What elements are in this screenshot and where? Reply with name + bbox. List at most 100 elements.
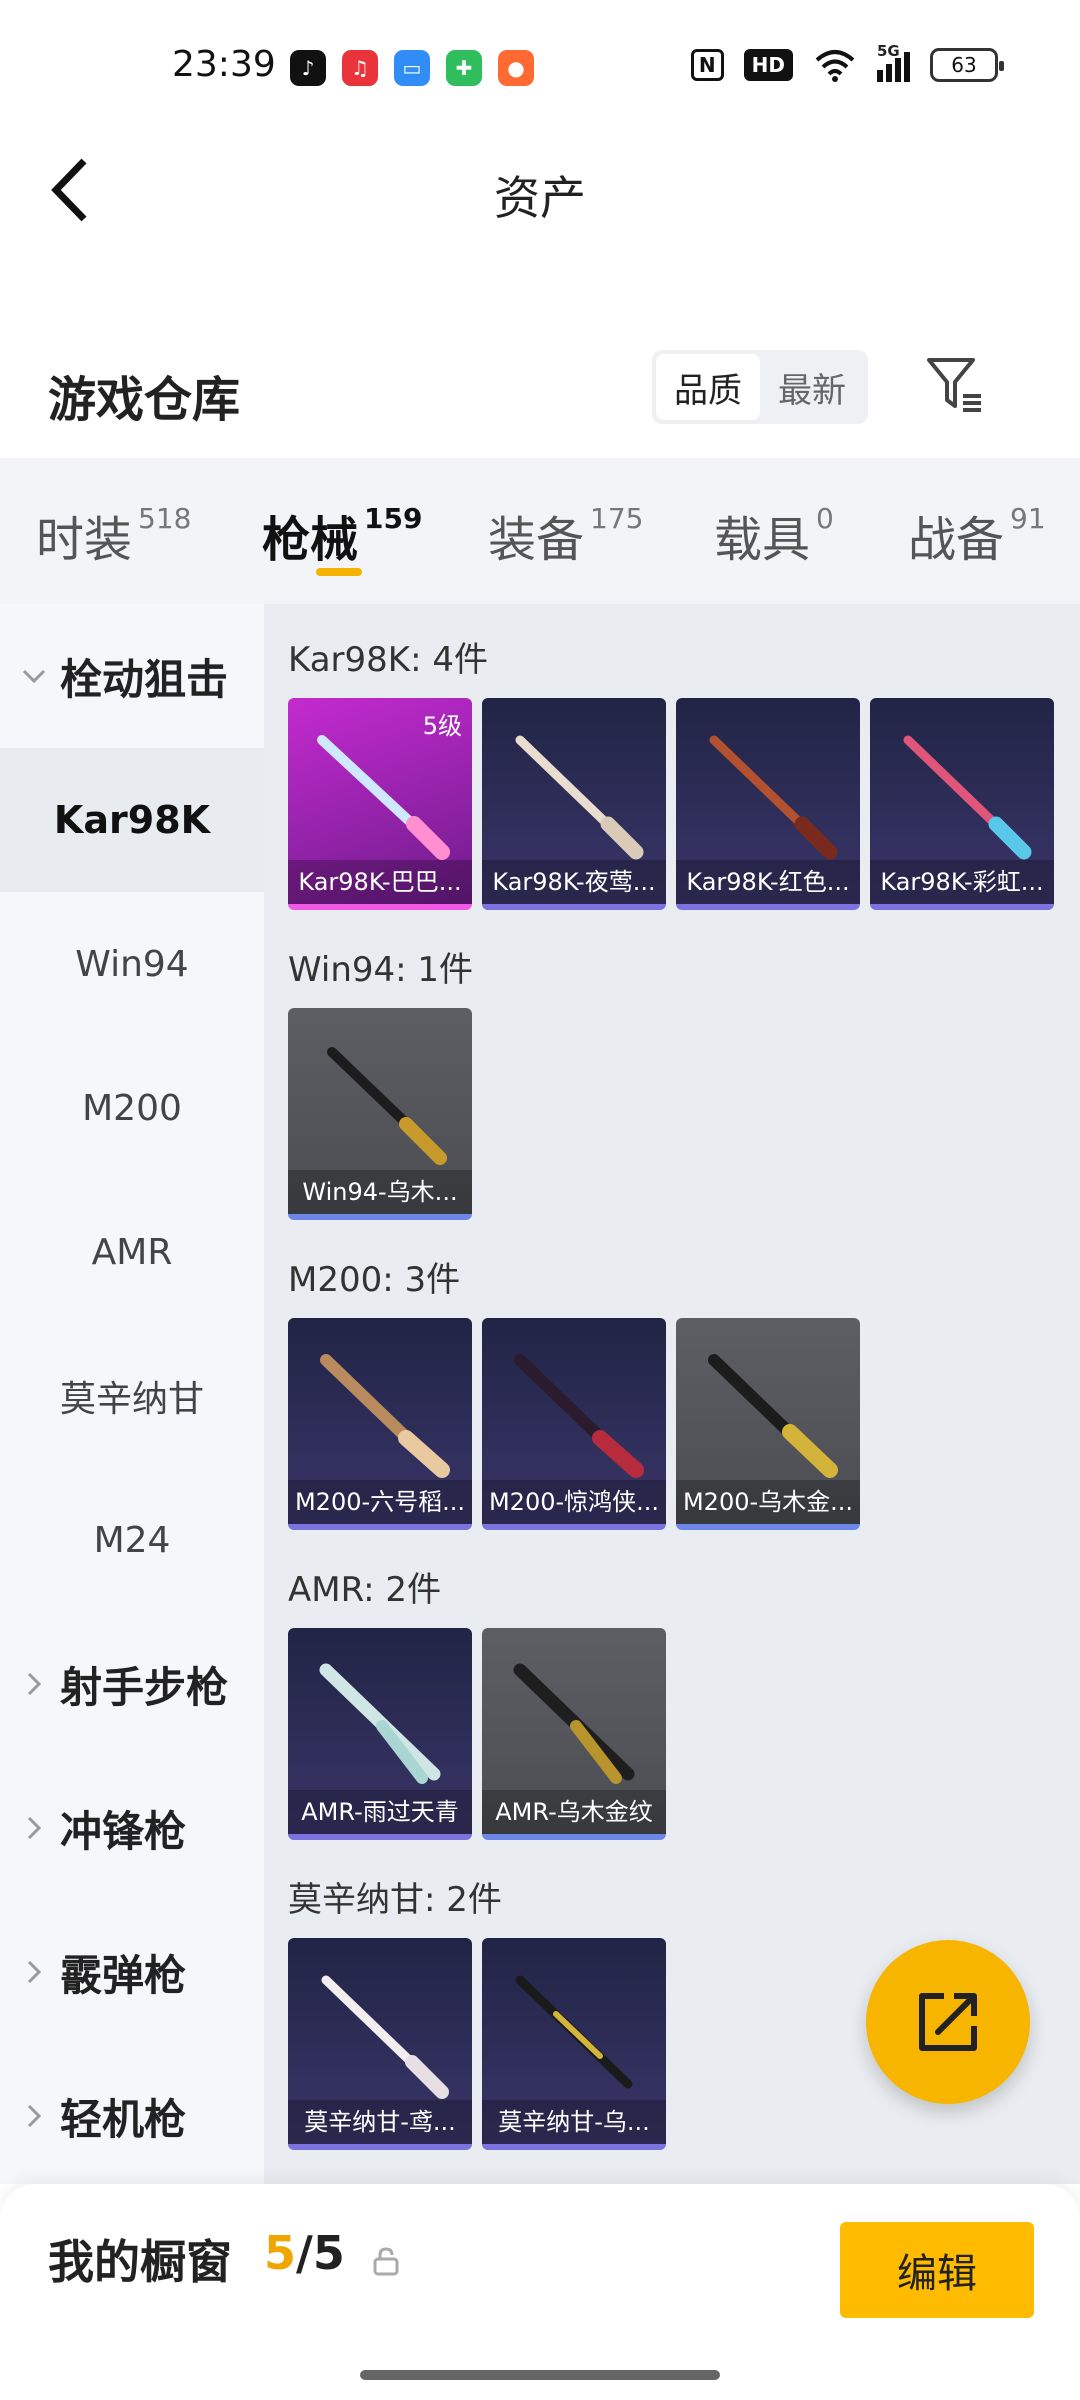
- share-floating-button[interactable]: [866, 1940, 1030, 2104]
- lock-icon: [373, 2247, 399, 2276]
- weapon-type-sidebar: 栓动狙击 Kar98K Win94 M200 AMR 莫辛纳甘 M24 射手步枪…: [0, 604, 264, 2184]
- tab-vehicles[interactable]: 载具 0: [714, 500, 834, 570]
- chevron-right-icon: [27, 1960, 42, 1984]
- card-row-mosin: 莫辛纳甘-鸢... 莫辛纳甘-乌...: [288, 1938, 666, 2150]
- tab-count: 175: [590, 502, 644, 535]
- status-time: 23:39: [172, 44, 276, 85]
- nfc-icon: N: [690, 49, 724, 81]
- edit-button[interactable]: 编辑: [840, 2222, 1034, 2318]
- category-tabs: 时装 518 枪械 159 装备 175 载具 0 战备 91: [0, 458, 1080, 604]
- card-label: 莫辛纳甘-乌...: [482, 2100, 666, 2144]
- sidebar-group-marksman[interactable]: 射手步枪: [0, 1612, 264, 1756]
- status-bar: 23:39 ♪ ♫ ▭ ✚ ● N HD 5G 63: [0, 0, 1080, 140]
- card-level: 5级: [422, 712, 462, 740]
- chevron-right-icon: [27, 1816, 42, 1840]
- rifle-icon: [513, 1663, 635, 1784]
- sidebar-item-win94[interactable]: Win94: [0, 892, 264, 1036]
- sidebar-item-m24[interactable]: M24: [0, 1468, 264, 1612]
- home-indicator[interactable]: [360, 2370, 720, 2380]
- signal-icon: 5G: [877, 42, 910, 82]
- tab-label: 枪械: [262, 512, 359, 568]
- card-label: Kar98K-巴巴...: [288, 860, 472, 904]
- rifle-icon: [319, 1663, 441, 1784]
- sidebar-item-kar98k[interactable]: Kar98K: [0, 748, 264, 892]
- tab-label: 装备: [488, 512, 585, 568]
- card-label: AMR-雨过天青: [288, 1790, 472, 1834]
- card-row-kar98k: 5级 Kar98K-巴巴... Kar98K-夜莺... Kar98K-红色..…: [288, 698, 1054, 910]
- card-label: AMR-乌木金纹: [482, 1790, 666, 1834]
- warehouse-title: 游戏仓库: [48, 372, 241, 428]
- rifle-icon: [514, 1354, 644, 1478]
- group-title-kar98k: Kar98K: 4件: [288, 640, 488, 680]
- card-label: Kar98K-红色...: [676, 860, 860, 904]
- sort-by-quality[interactable]: 品质: [656, 354, 760, 420]
- card-label: Win94-乌木...: [288, 1170, 472, 1214]
- sort-by-latest[interactable]: 最新: [760, 354, 864, 420]
- tab-equipment[interactable]: 装备 175: [488, 500, 643, 570]
- card-label: M200-惊鸿侠...: [482, 1480, 666, 1524]
- rifle-icon: [903, 735, 1032, 860]
- showcase-separator: /: [296, 2226, 313, 2280]
- chevron-down-icon: [22, 669, 46, 684]
- weapon-card[interactable]: M200-乌木金...: [676, 1318, 860, 1530]
- sidebar-item-m200[interactable]: M200: [0, 1036, 264, 1180]
- rifle-icon: [515, 1975, 633, 2089]
- rifle-icon: [320, 1354, 450, 1478]
- active-tab-indicator: [316, 568, 362, 576]
- card-label: 莫辛纳甘-鸢...: [288, 2100, 472, 2144]
- sidebar-group-bolt-action[interactable]: 栓动狙击: [0, 604, 264, 748]
- system-status: N HD 5G 63: [690, 42, 1004, 82]
- card-row-amr: AMR-雨过天青 AMR-乌木金纹: [288, 1628, 666, 1840]
- tiktok-icon: ♪: [290, 50, 326, 86]
- weapon-card[interactable]: Kar98K-彩虹...: [870, 698, 1054, 910]
- tab-outfits[interactable]: 时装 518: [36, 500, 191, 570]
- filter-button[interactable]: [920, 350, 990, 420]
- tab-supplies[interactable]: 战备 91: [908, 500, 1046, 570]
- showcase-title: 我的橱窗: [48, 2235, 232, 2289]
- files-icon: ▭: [394, 50, 430, 86]
- sidebar-group-label: 射手步枪: [60, 1662, 229, 1712]
- tab-label: 战备: [908, 512, 1005, 568]
- weapon-card[interactable]: Kar98K-红色...: [676, 698, 860, 910]
- tab-guns[interactable]: 枪械 159: [262, 500, 422, 570]
- top-app-bar: 资产: [0, 140, 1080, 240]
- tab-count: 159: [364, 502, 423, 535]
- weapon-card[interactable]: 5级 Kar98K-巴巴...: [288, 698, 472, 910]
- security-icon: ✚: [446, 50, 482, 86]
- rifle-icon: [515, 735, 644, 860]
- showcase-current: 5: [264, 2226, 297, 2280]
- sidebar-item-mosin[interactable]: 莫辛纳甘: [0, 1324, 264, 1468]
- sidebar-group-label: 轻机枪: [60, 2094, 187, 2144]
- card-label: M200-乌木金...: [676, 1480, 860, 1524]
- sidebar-group-smg[interactable]: 冲锋枪: [0, 1756, 264, 1900]
- weapon-card[interactable]: M200-惊鸿侠...: [482, 1318, 666, 1530]
- group-title-m200: M200: 3件: [288, 1260, 461, 1300]
- game-icon: ●: [498, 50, 534, 86]
- group-title-mosin: 莫辛纳甘: 2件: [288, 1880, 502, 1920]
- page-title: 资产: [494, 171, 586, 225]
- rifle-icon: [709, 735, 838, 860]
- showcase-total: 5: [312, 2226, 345, 2280]
- music-icon: ♫: [342, 50, 378, 86]
- card-row-m200: M200-六号稻... M200-惊鸿侠... M200-乌木金...: [288, 1318, 860, 1530]
- showcase-count: 5/5: [264, 2226, 345, 2280]
- group-title-amr: AMR: 2件: [288, 1570, 442, 1610]
- sidebar-item-amr[interactable]: AMR: [0, 1180, 264, 1324]
- weapon-card[interactable]: Win94-乌木...: [288, 1008, 472, 1220]
- weapon-card[interactable]: AMR-乌木金纹: [482, 1628, 666, 1840]
- hd-icon: HD: [743, 49, 793, 81]
- weapon-card[interactable]: M200-六号稻...: [288, 1318, 472, 1530]
- sidebar-group-shotgun[interactable]: 霰弹枪: [0, 1900, 264, 2044]
- weapon-card[interactable]: 莫辛纳甘-乌...: [482, 1938, 666, 2150]
- weapon-card[interactable]: Kar98K-夜莺...: [482, 698, 666, 910]
- weapon-card[interactable]: AMR-雨过天青: [288, 1628, 472, 1840]
- rifle-icon: [327, 1047, 447, 1165]
- card-row-win94: Win94-乌木...: [288, 1008, 472, 1220]
- sidebar-group-lmg[interactable]: 轻机枪: [0, 2044, 264, 2188]
- rifle-icon: [321, 1975, 449, 2099]
- group-title-win94: Win94: 1件: [288, 950, 474, 990]
- weapon-card[interactable]: 莫辛纳甘-鸢...: [288, 1938, 472, 2150]
- chevron-right-icon: [27, 2104, 42, 2128]
- chevron-right-icon: [27, 1672, 42, 1696]
- card-label: M200-六号稻...: [288, 1480, 472, 1524]
